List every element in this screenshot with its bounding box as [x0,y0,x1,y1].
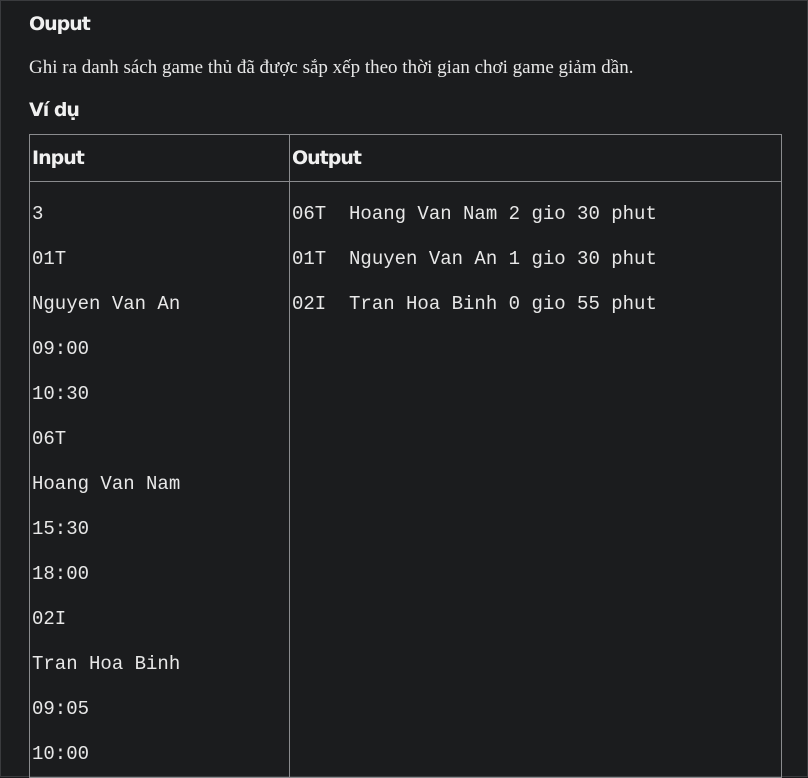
output-lines: 06T Hoang Van Nam 2 gio 30 phut 01T Nguy… [292,182,779,327]
table-row: 3 01T Nguyen Van An 09:00 10:30 06T Hoan… [29,181,782,778]
input-line: 02I [32,608,67,630]
page-frame: Ouput Ghi ra danh sách game thủ đã được … [0,0,808,778]
input-line: 18:00 [32,563,90,585]
input-line: 15:30 [32,518,90,540]
input-line: Hoang Van Nam [32,473,181,495]
output-heading: Ouput [29,13,91,35]
output-cell: 06T Hoang Van Nam 2 gio 30 phut 01T Nguy… [289,181,782,778]
output-line: 02I Tran Hoa Binh 0 gio 55 phut [292,293,657,315]
output-description: Ghi ra danh sách game thủ đã được sắp xế… [29,57,634,78]
table-header-row: Input Output [29,134,782,182]
output-column-header: Output [289,134,782,182]
input-cell: 3 01T Nguyen Van An 09:00 10:30 06T Hoan… [29,181,290,778]
output-line: 01T Nguyen Van An 1 gio 30 phut [292,248,657,270]
example-heading: Ví dụ [29,99,80,121]
example-table: Input Output 3 01T Nguyen Van An 09:00 1… [29,134,782,778]
input-column-header: Input [29,134,290,182]
input-line: 06T [32,428,67,450]
input-line: 3 [32,203,44,225]
input-line: 09:05 [32,698,90,720]
input-lines: 3 01T Nguyen Van An 09:00 10:30 06T Hoan… [32,182,287,777]
input-line: 10:00 [32,743,90,765]
input-line: 01T [32,248,67,270]
input-line: Tran Hoa Binh [32,653,181,675]
input-line: Nguyen Van An [32,293,181,315]
input-line: 09:00 [32,338,90,360]
input-line: 10:30 [32,383,90,405]
output-line: 06T Hoang Van Nam 2 gio 30 phut [292,203,657,225]
